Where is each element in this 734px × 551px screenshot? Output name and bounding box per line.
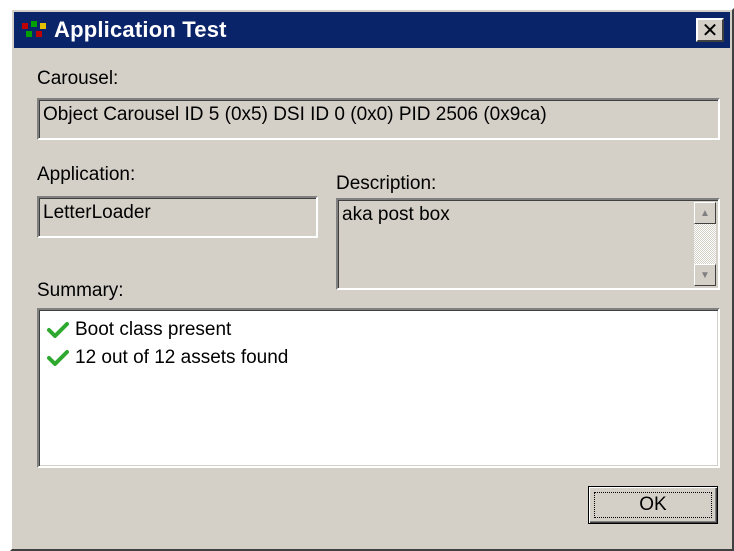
window-title: Application Test <box>54 17 227 42</box>
summary-item-text: Boot class present <box>75 319 232 340</box>
application-field[interactable]: LetterLoader <box>37 196 318 238</box>
close-icon: ✕ <box>701 18 719 42</box>
application-test-dialog: Application Test ✕ Carousel: Object Caro… <box>10 8 734 551</box>
application-value: LetterLoader <box>43 202 151 223</box>
list-item: 12 out of 12 assets found <box>45 344 714 372</box>
focus-rect <box>594 492 712 518</box>
description-value: aka post box <box>342 204 450 225</box>
summary-label: Summary: <box>37 280 124 301</box>
scroll-down-button[interactable]: ▼ <box>694 264 716 286</box>
close-button[interactable]: ✕ <box>696 18 724 42</box>
scroll-down-icon: ▼ <box>700 269 710 281</box>
app-icon <box>20 19 48 41</box>
check-icon <box>45 320 71 340</box>
scroll-up-icon: ▲ <box>700 207 710 219</box>
carousel-field[interactable]: Object Carousel ID 5 (0x5) DSI ID 0 (0x0… <box>37 98 720 140</box>
title-bar[interactable]: Application Test ✕ <box>14 12 730 48</box>
list-item: Boot class present <box>45 316 714 344</box>
scroll-up-button[interactable]: ▲ <box>694 202 716 224</box>
summary-list[interactable]: Boot class present 12 out of 12 assets f… <box>37 308 720 468</box>
description-scrollbar[interactable]: ▲ ▼ <box>694 202 716 286</box>
carousel-value: Object Carousel ID 5 (0x5) DSI ID 0 (0x0… <box>43 104 547 125</box>
check-icon <box>45 348 71 368</box>
summary-item-text: 12 out of 12 assets found <box>75 347 289 368</box>
description-label: Description: <box>336 173 437 194</box>
ok-button[interactable]: OK <box>588 486 718 524</box>
carousel-label: Carousel: <box>37 68 119 89</box>
description-field[interactable]: aka post box ▲ ▼ <box>336 198 720 290</box>
application-label: Application: <box>37 164 136 185</box>
